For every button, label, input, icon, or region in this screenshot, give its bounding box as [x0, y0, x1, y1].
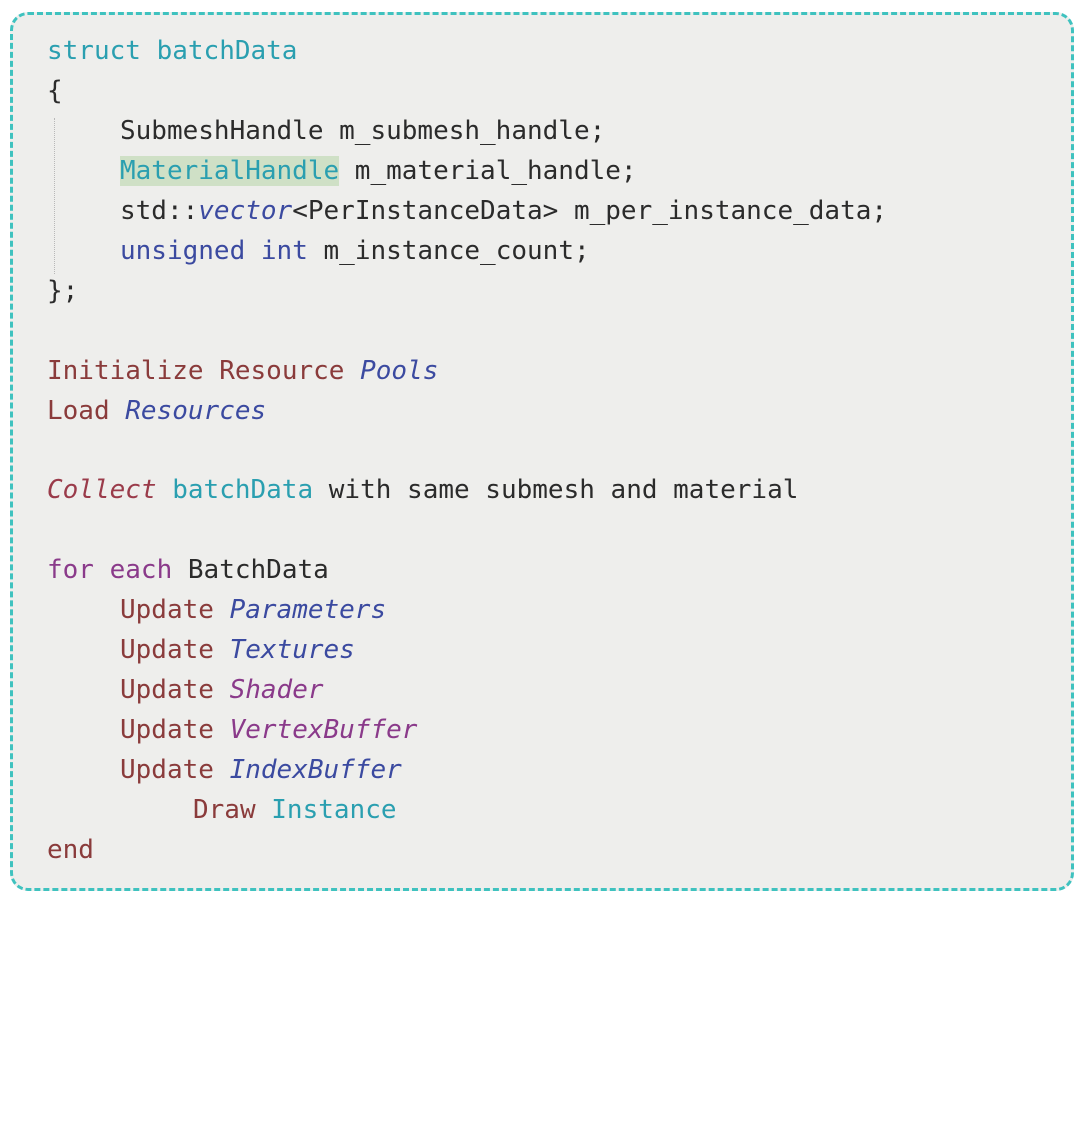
keyword-unsigned: unsigned — [120, 236, 246, 266]
collect-rest: with same submesh and material — [313, 475, 799, 505]
word-shader: Shader — [213, 675, 324, 705]
field-instance-count: m_instance_count; — [307, 236, 590, 266]
call-update: Update — [120, 595, 214, 625]
code-line-for-each: for each BatchData — [47, 552, 329, 588]
code-line-update-shader: Update Shader — [120, 672, 324, 708]
call-update: Update — [120, 635, 214, 665]
word-vertexbuffer: VertexBuffer — [213, 715, 418, 745]
pseudocode-block: struct batchData { SubmeshHandle m_subme… — [0, 0, 887, 1140]
type-material-handle-highlighted: MaterialHandle — [120, 156, 340, 186]
code-line-open-brace: { — [47, 73, 63, 109]
keyword-int: int — [245, 236, 308, 266]
word-resources: Resources — [109, 396, 267, 426]
call-collect: Collect — [47, 475, 157, 505]
code-line-material-handle: MaterialHandle m_material_handle; — [120, 153, 637, 189]
indent-guide — [54, 118, 55, 274]
code-line-submesh-handle: SubmeshHandle m_submesh_handle; — [120, 113, 605, 149]
open-brace: { — [47, 76, 63, 106]
word-indexbuffer: IndexBuffer — [213, 755, 402, 785]
call-update: Update — [120, 675, 214, 705]
code-line-update-textures: Update Textures — [120, 632, 355, 668]
code-line-instance-count: unsigned int m_instance_count; — [120, 233, 590, 269]
close-brace: }; — [47, 276, 79, 306]
keyword-end: end — [47, 835, 94, 865]
call-load: Load — [47, 396, 110, 426]
code-line-initialize: Initialize Resource Pools — [47, 353, 438, 389]
code-line-load: Load Resources — [47, 393, 266, 429]
code-line-struct: struct batchData — [47, 33, 297, 69]
keyword-struct: struct — [47, 36, 141, 66]
word-instance: Instance — [255, 795, 397, 825]
type-submesh-handle: SubmeshHandle — [120, 116, 324, 146]
code-line-collect: Collect batchData with same submesh and … — [47, 472, 798, 508]
type-vector: vector — [198, 196, 293, 226]
code-line-per-instance-data: std::vector<PerInstanceData> m_per_insta… — [120, 193, 887, 229]
call-update: Update — [120, 715, 214, 745]
word-textures: Textures — [213, 635, 355, 665]
call-draw: Draw — [193, 795, 256, 825]
keyword-each: each — [93, 555, 173, 585]
code-line-update-indexbuffer: Update IndexBuffer — [120, 752, 402, 788]
code-line-end: end — [47, 832, 94, 868]
call-initialize: Initialize — [47, 356, 204, 386]
field-submesh-handle: m_submesh_handle; — [323, 116, 606, 146]
code-line-update-parameters: Update Parameters — [120, 592, 386, 628]
word-pools: Pools — [344, 356, 439, 386]
loop-variable: BatchData — [172, 555, 329, 585]
word-parameters: Parameters — [213, 595, 387, 625]
code-line-close-brace: }; — [47, 273, 78, 309]
code-line-draw-instance: Draw Instance — [193, 792, 397, 828]
keyword-for: for — [47, 555, 94, 585]
namespace-std: std:: — [120, 196, 199, 226]
word-resource: Resource — [203, 356, 345, 386]
call-update: Update — [120, 755, 214, 785]
word-batchdata: batchData — [156, 475, 314, 505]
field-per-instance-data: <PerInstanceData> m_per_instance_data; — [292, 196, 888, 226]
field-material-handle: m_material_handle; — [339, 156, 637, 186]
code-line-update-vertexbuffer: Update VertexBuffer — [120, 712, 417, 748]
struct-name: batchData — [140, 36, 298, 66]
